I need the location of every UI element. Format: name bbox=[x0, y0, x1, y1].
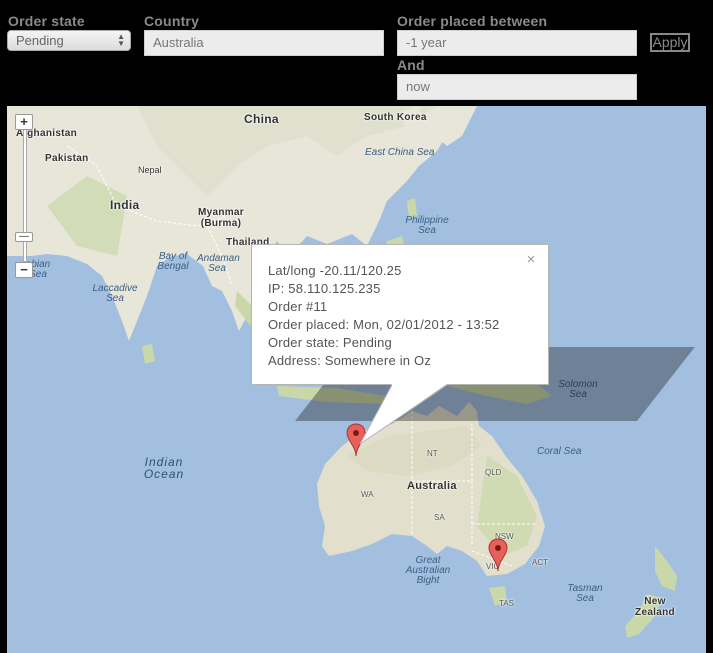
label-china: China bbox=[244, 112, 279, 126]
country-label: Country bbox=[144, 13, 200, 29]
select-arrows-icon: ▲ ▼ bbox=[117, 32, 125, 48]
label-philippine-sea: Philippine Sea bbox=[405, 215, 449, 236]
label-wa: WA bbox=[361, 490, 374, 499]
label-indian-ocean: Indian Ocean bbox=[143, 455, 185, 481]
label-east-china-sea: East China Sea bbox=[365, 147, 435, 158]
label-qld: QLD bbox=[485, 468, 502, 477]
map[interactable]: Afghanistan Pakistan Nepal India China S… bbox=[7, 106, 706, 653]
label-new-zealand: New Zealand bbox=[635, 596, 675, 618]
label-tas: TAS bbox=[499, 599, 514, 608]
zoom-out-button[interactable]: − bbox=[15, 262, 33, 278]
map-marker-icon[interactable] bbox=[346, 423, 366, 457]
and-label: And bbox=[397, 57, 425, 73]
label-laccadive-sea: Laccadive Sea bbox=[92, 283, 138, 304]
apply-button[interactable]: Apply bbox=[650, 33, 690, 52]
label-coral-sea: Coral Sea bbox=[537, 446, 582, 457]
label-sa: SA bbox=[434, 513, 445, 522]
order-state-value: Pending bbox=[16, 33, 64, 48]
info-order-state: Order state: Pending bbox=[268, 335, 392, 350]
info-order-number: Order #11 bbox=[268, 299, 328, 314]
label-australia: Australia bbox=[407, 480, 457, 492]
date-from-input[interactable]: -1 year bbox=[397, 30, 637, 56]
info-window-content: Lat/long -20.11/120.25 IP: 58.110.125.23… bbox=[268, 262, 499, 370]
label-india: India bbox=[110, 198, 140, 212]
map-marker-icon[interactable] bbox=[488, 538, 508, 572]
date-to-input[interactable]: now bbox=[397, 74, 637, 100]
label-act: ACT bbox=[532, 558, 548, 567]
info-order-placed: Order placed: Mon, 02/01/2012 - 13:52 bbox=[268, 317, 500, 332]
info-window: × Lat/long -20.11/120.25 IP: 58.110.125.… bbox=[251, 244, 549, 385]
close-icon[interactable]: × bbox=[524, 252, 538, 267]
country-input[interactable]: Australia bbox=[144, 30, 384, 56]
label-nt: NT bbox=[427, 449, 438, 458]
label-tasman-sea: Tasman Sea bbox=[567, 583, 603, 604]
order-state-label: Order state bbox=[8, 13, 85, 29]
info-latlong: Lat/long -20.11/120.25 bbox=[268, 263, 402, 278]
info-address: Address: Somewhere in Oz bbox=[268, 353, 432, 368]
label-south-korea: South Korea bbox=[364, 112, 427, 123]
zoom-in-button[interactable]: + bbox=[15, 114, 33, 130]
zoom-control: + — − bbox=[15, 114, 35, 284]
label-great-australian-bight: Great Australian Bight bbox=[405, 555, 451, 586]
filter-bar: Order state Pending ▲ ▼ Country Australia… bbox=[0, 0, 713, 106]
info-ip: IP: 58.110.125.235 bbox=[268, 281, 381, 296]
label-andaman-sea: Andaman Sea bbox=[197, 253, 240, 274]
label-bay-of-bengal: Bay of Bengal bbox=[157, 251, 189, 272]
label-pakistan: Pakistan bbox=[45, 153, 89, 164]
label-nepal: Nepal bbox=[138, 165, 162, 175]
order-state-select[interactable]: Pending ▲ ▼ bbox=[7, 30, 131, 51]
zoom-slider-handle[interactable]: — bbox=[15, 232, 33, 242]
label-myanmar: Myanmar (Burma) bbox=[197, 207, 244, 229]
date-range-label: Order placed between bbox=[397, 13, 548, 29]
